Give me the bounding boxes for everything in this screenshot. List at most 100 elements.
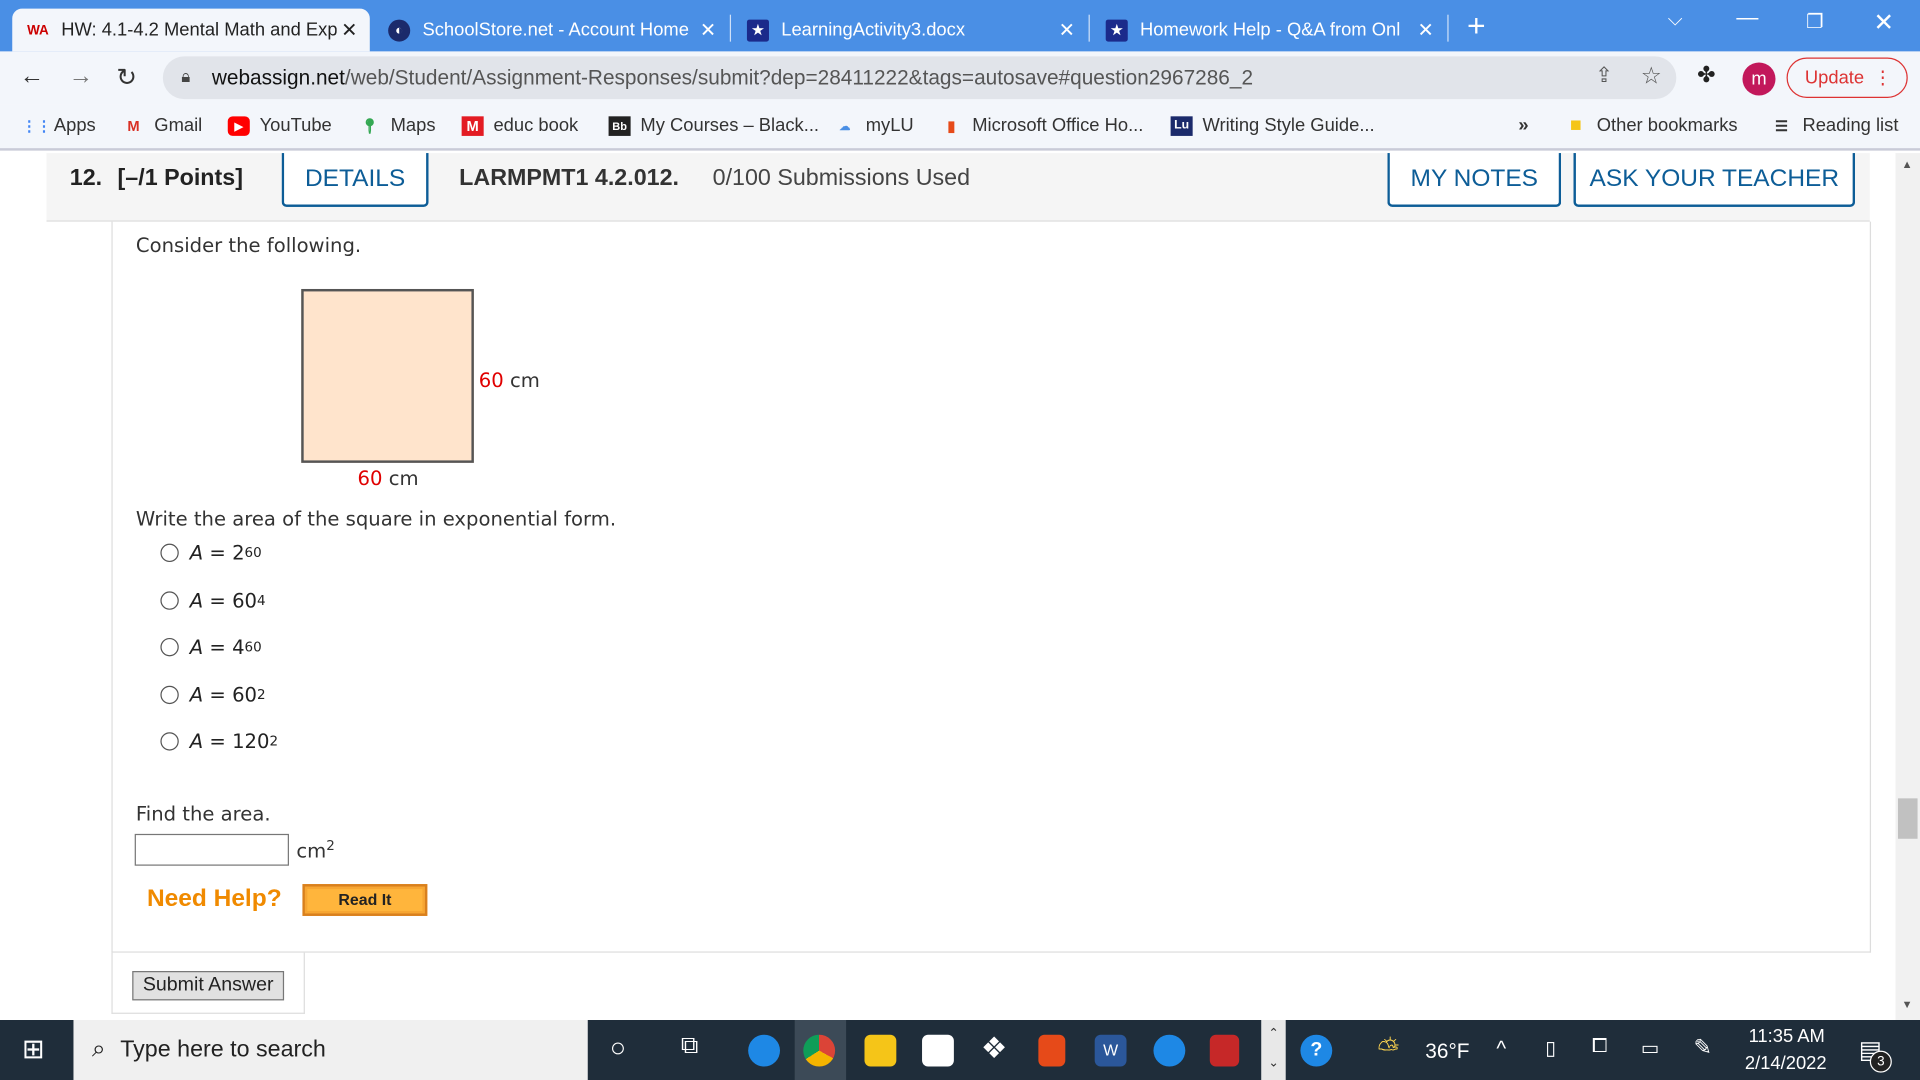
tab-learningactivity[interactable]: ★ LearningActivity3.docx ✕ bbox=[732, 9, 1087, 52]
forward-icon[interactable]: → bbox=[69, 62, 93, 90]
battery-icon[interactable]: ▭ bbox=[1641, 1036, 1660, 1060]
read-it-button[interactable]: Read It bbox=[302, 884, 428, 916]
show-hidden-icons[interactable]: ^ bbox=[1496, 1037, 1506, 1061]
option-2[interactable]: A = 60 4 bbox=[160, 589, 266, 612]
office-icon[interactable] bbox=[1038, 1034, 1066, 1067]
display-icon[interactable]: ⧠ bbox=[1592, 1036, 1608, 1058]
option-5[interactable]: A = 120 2 bbox=[160, 730, 278, 753]
url-path: /web/Student/Assignment-Responses/submit… bbox=[344, 65, 1254, 89]
edge-icon[interactable] bbox=[748, 1034, 781, 1067]
task-view-icon[interactable]: ⧉ bbox=[681, 1032, 698, 1060]
close-tab-icon[interactable]: ✕ bbox=[700, 18, 716, 42]
taskbar-search[interactable]: ⌕ Type here to search bbox=[73, 1020, 588, 1080]
bookmark-apps[interactable]: ⋮⋮ Apps bbox=[22, 115, 96, 136]
question-header: 12. [–/1 Points] DETAILS LARMPMT1 4.2.01… bbox=[46, 153, 1870, 222]
bookmark-mylu[interactable]: ☁ myLU bbox=[834, 115, 913, 136]
device-icon[interactable]: ▯ bbox=[1545, 1036, 1556, 1060]
tab-homework-help[interactable]: ★ Homework Help - Q&A from Onl ✕ bbox=[1091, 9, 1446, 52]
clock-date[interactable]: 2/14/2022 bbox=[1745, 1053, 1827, 1074]
radio-button[interactable] bbox=[160, 591, 179, 610]
minimize-button[interactable]: — bbox=[1736, 5, 1758, 31]
cortana-icon[interactable]: ○ bbox=[610, 1032, 626, 1064]
scrollbar-thumb[interactable] bbox=[1897, 798, 1918, 839]
bookmark-office[interactable]: ▮ Microsoft Office Ho... bbox=[940, 115, 1143, 136]
menu-dots-icon: ⋮ bbox=[1873, 67, 1892, 89]
reading-list[interactable]: ☰ Reading list bbox=[1771, 115, 1898, 136]
question-points: [–/1 Points] bbox=[117, 165, 243, 192]
help-icon[interactable]: ? bbox=[1300, 1034, 1333, 1067]
weather-temp[interactable]: 36°F bbox=[1425, 1040, 1469, 1064]
avatar[interactable]: m bbox=[1742, 62, 1776, 96]
blackboard-icon: Bb bbox=[608, 115, 631, 136]
lock-icon: 🔒︎ bbox=[181, 66, 191, 86]
close-tab-icon[interactable]: ✕ bbox=[341, 18, 357, 42]
webassign-icon: WA bbox=[27, 22, 49, 38]
gmail-icon: M bbox=[127, 116, 140, 135]
notification-count: 3 bbox=[1869, 1050, 1892, 1073]
bookmark-gmail[interactable]: M Gmail bbox=[122, 115, 202, 136]
page-scrollbar[interactable]: ▲ ▼ bbox=[1895, 153, 1920, 1021]
back-icon[interactable]: ← bbox=[20, 62, 44, 90]
url-domain: webassign.net bbox=[211, 65, 345, 89]
tab-webassign[interactable]: WA HW: 4.1-4.2 Mental Math and Exp ✕ bbox=[12, 8, 370, 52]
square-figure bbox=[301, 288, 474, 463]
option-3[interactable]: A = 4 60 bbox=[160, 636, 262, 659]
my-notes-button[interactable]: MY NOTES bbox=[1387, 153, 1562, 207]
question-number: 12. bbox=[69, 165, 103, 192]
submit-answer-button[interactable]: Submit Answer bbox=[132, 971, 285, 1001]
tab-schoolstore[interactable]: ◐ SchoolStore.net - Account Home ✕ bbox=[373, 9, 728, 52]
bookmarks-overflow[interactable]: » bbox=[1518, 115, 1528, 136]
share-icon[interactable]: ⇪ bbox=[1595, 64, 1612, 88]
close-tab-icon[interactable]: ✕ bbox=[1059, 18, 1075, 42]
radio-button[interactable] bbox=[160, 732, 179, 751]
youtube-icon: ▶ bbox=[227, 115, 250, 136]
intro-text: Consider the following. bbox=[135, 233, 362, 258]
question-code: LARMPMT1 4.2.012. bbox=[459, 165, 679, 192]
tab-search-icon[interactable]: ⌵ bbox=[1668, 10, 1683, 32]
tab-title: LearningActivity3.docx bbox=[781, 19, 966, 41]
windows-start-icon[interactable]: ⊞ bbox=[22, 1033, 45, 1065]
bookmark-educ-book[interactable]: Meduc book bbox=[461, 115, 578, 136]
radio-button[interactable] bbox=[160, 685, 179, 705]
close-tab-icon[interactable]: ✕ bbox=[1417, 18, 1433, 42]
reload-icon[interactable]: ↻ bbox=[116, 62, 137, 93]
apps-grid-icon: ⋮⋮ bbox=[22, 116, 52, 135]
bookmark-writing-guide[interactable]: Lu Writing Style Guide... bbox=[1170, 115, 1375, 136]
bookmark-maps[interactable]: 📍︎ Maps bbox=[359, 115, 435, 136]
microsoft-store-icon[interactable] bbox=[922, 1034, 954, 1067]
prompt-find-area: Find the area. bbox=[135, 802, 271, 826]
restore-button[interactable]: ❐ bbox=[1806, 10, 1824, 34]
new-tab-button[interactable]: + bbox=[1467, 7, 1486, 45]
bookmark-my-courses[interactable]: Bb My Courses – Black... bbox=[608, 115, 819, 136]
file-explorer-icon[interactable] bbox=[864, 1034, 897, 1067]
taskbar-scroll[interactable]: ⌃ ⌄ bbox=[1261, 1020, 1286, 1080]
radio-button[interactable] bbox=[160, 543, 179, 563]
bookmark-star-icon[interactable]: ☆ bbox=[1641, 62, 1662, 90]
close-window-button[interactable]: ✕ bbox=[1873, 7, 1894, 38]
update-label: Update bbox=[1804, 67, 1865, 89]
chrome-icon[interactable] bbox=[803, 1034, 836, 1067]
edge-icon-2[interactable] bbox=[1153, 1034, 1186, 1067]
dropbox-icon[interactable]: ❖ bbox=[981, 1031, 1007, 1067]
word-icon[interactable]: W bbox=[1094, 1034, 1127, 1067]
mcgraw-icon: M bbox=[461, 115, 484, 136]
bookmark-youtube[interactable]: ▶ YouTube bbox=[227, 115, 332, 136]
other-bookmarks[interactable]: ■ Other bookmarks bbox=[1565, 115, 1738, 136]
unit-label: cm2 bbox=[296, 837, 335, 863]
bottom-label: 60 cm bbox=[357, 466, 419, 490]
details-button[interactable]: DETAILS bbox=[281, 153, 429, 207]
radio-button[interactable] bbox=[160, 637, 179, 657]
option-4[interactable]: A = 60 2 bbox=[160, 683, 266, 707]
clock-time[interactable]: 11:35 AM bbox=[1749, 1026, 1825, 1047]
area-input[interactable] bbox=[134, 833, 289, 866]
option-1[interactable]: A = 2 60 bbox=[160, 541, 262, 564]
update-button[interactable]: Update ⋮ bbox=[1786, 57, 1908, 98]
mcafee-icon[interactable] bbox=[1209, 1034, 1240, 1067]
extensions-icon[interactable]: ✤ bbox=[1697, 62, 1715, 88]
pen-icon[interactable]: ✎ bbox=[1693, 1035, 1711, 1061]
address-bar[interactable]: 🔒︎ webassign.net/web/Student/Assignment-… bbox=[162, 56, 1677, 100]
ask-your-teacher-button[interactable]: ASK YOUR TEACHER bbox=[1573, 153, 1856, 207]
folder-icon: ■ bbox=[1569, 114, 1582, 136]
weather-icon[interactable]: ⛅︎ bbox=[1378, 1033, 1400, 1065]
globe-icon: ◐ bbox=[388, 18, 411, 42]
